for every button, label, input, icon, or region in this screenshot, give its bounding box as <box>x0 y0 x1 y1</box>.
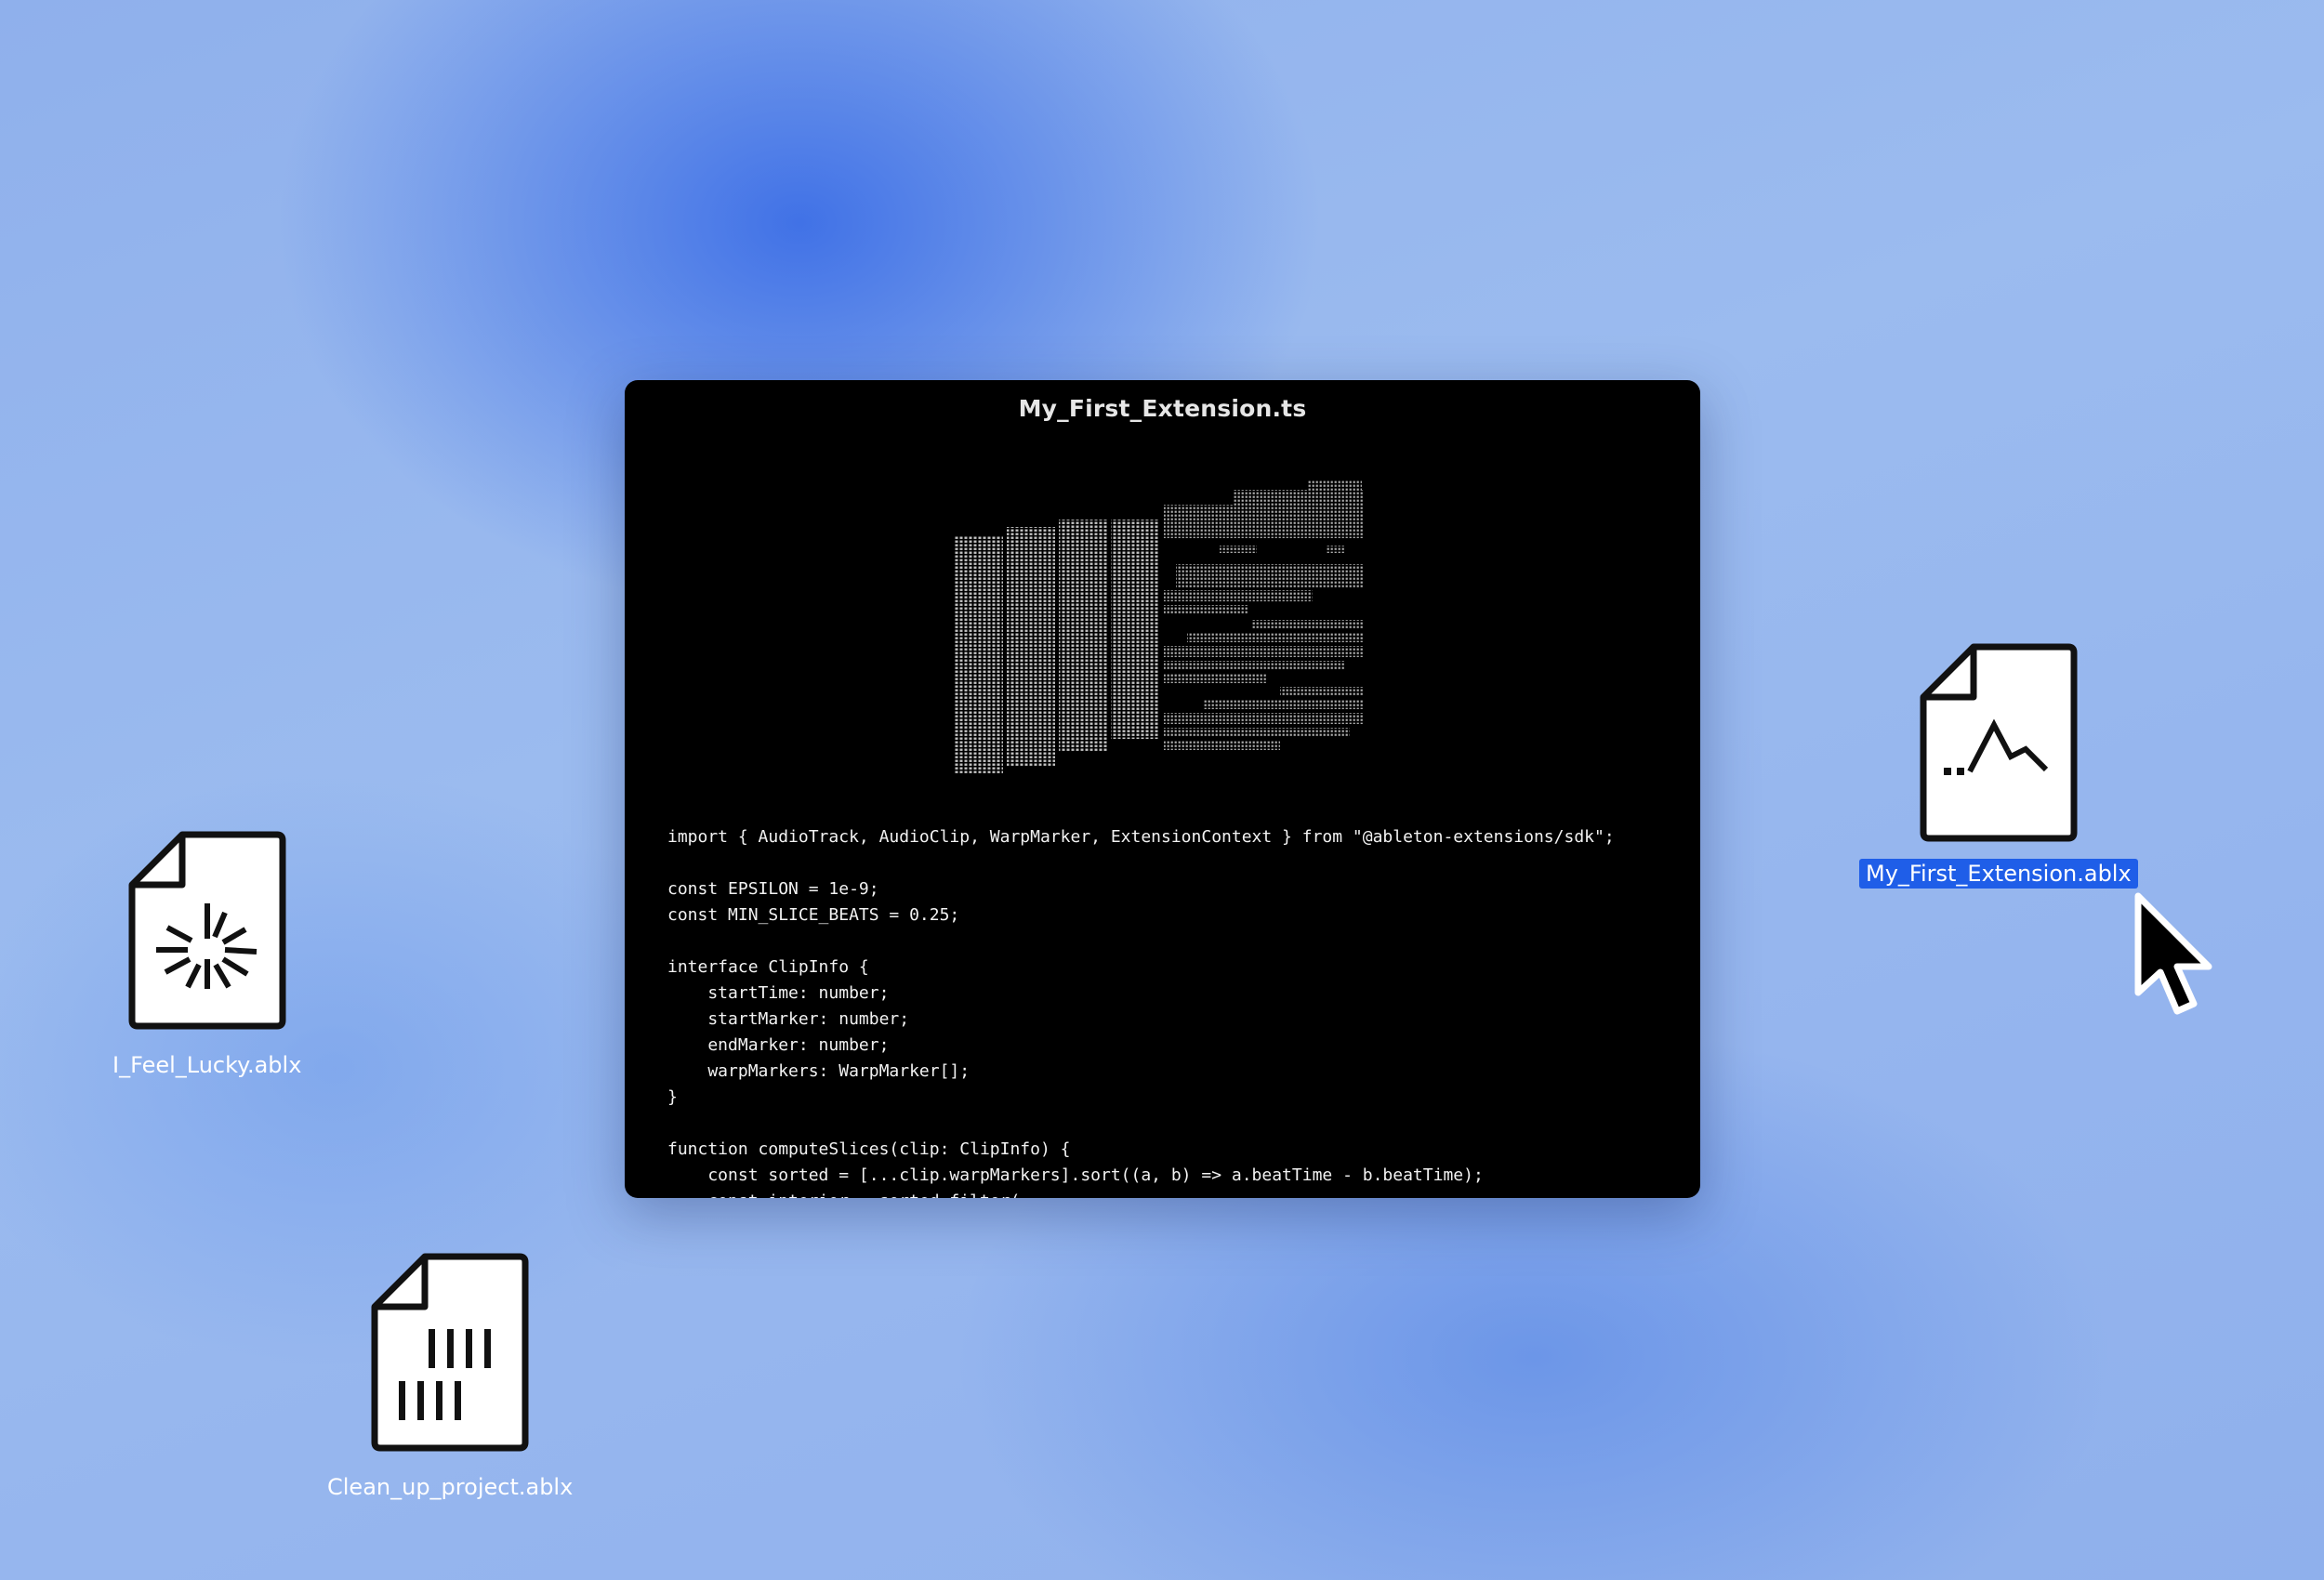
code-line: const EPSILON = 1e-9; <box>667 879 879 899</box>
desktop-file-i-feel-lucky[interactable]: I_Feel_Lucky.ablx <box>106 831 308 1080</box>
code-line: const MIN_SLICE_BEATS = 0.25; <box>667 905 960 925</box>
file-name-label-selected: My_First_Extension.ablx <box>1859 859 2138 889</box>
code-line: const sorted = [...clip.warpMarkers].sor… <box>667 1165 1484 1185</box>
desktop-file-my-first-extension[interactable]: My_First_Extension.ablx <box>1859 643 2138 889</box>
bars-file-icon <box>371 1253 529 1452</box>
code-content[interactable]: import { AudioTrack, AudioClip, WarpMark… <box>667 824 1615 1198</box>
window-title: My_First_Extension.ts <box>1018 395 1307 422</box>
desktop-file-clean-up-project[interactable]: Clean_up_project.ablx <box>321 1253 579 1502</box>
code-line: } <box>667 1087 678 1107</box>
code-line: warpMarkers: WarpMarker[]; <box>667 1061 971 1081</box>
ascii-logo-art <box>955 481 1364 774</box>
code-line: import { AudioTrack, AudioClip, WarpMark… <box>667 827 1615 847</box>
file-name-label: Clean_up_project.ablx <box>327 1474 574 1500</box>
file-name-label: I_Feel_Lucky.ablx <box>112 1052 302 1078</box>
mouse-pointer-icon <box>2134 892 2212 1015</box>
code-editor-window[interactable]: My_First_Extension.ts import {AudioTrac… <box>625 380 1700 1198</box>
code-line: startTime: number; <box>667 983 890 1003</box>
waveform-file-icon <box>1920 643 2078 842</box>
starburst-file-icon <box>128 831 286 1030</box>
code-line: function computeSlices(clip: ClipInfo) { <box>667 1139 1071 1159</box>
code-line: interface ClipInfo { <box>667 957 869 977</box>
code-line: startMarker: number; <box>667 1009 910 1029</box>
code-line: endMarker: number; <box>667 1035 890 1055</box>
code-line: const interior = sorted.filter( <box>667 1189 1615 1198</box>
